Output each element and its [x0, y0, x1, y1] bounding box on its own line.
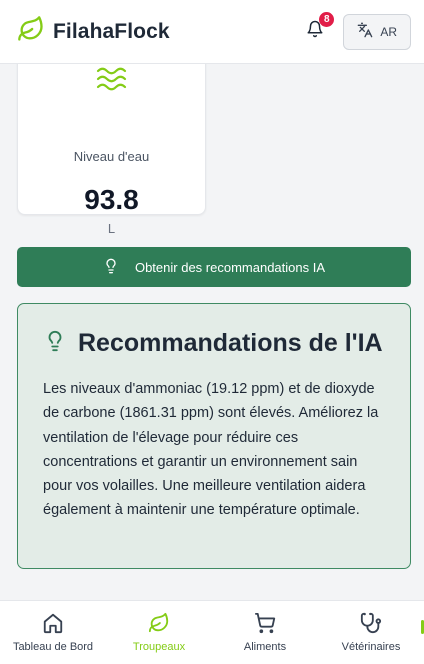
nav-item-dashboard[interactable]: Tableau de Bord: [0, 601, 106, 664]
recommendations-text: Les niveaux d'ammoniac (19.12 ppm) et de…: [43, 381, 379, 519]
nav-label: Troupeaux: [132, 641, 186, 653]
water-level-card: Niveau d'eau 93.8 L: [17, 40, 206, 236]
leaf-icon: [147, 611, 171, 635]
cart-icon: [253, 611, 277, 635]
translate-icon: [357, 22, 373, 41]
notifications-button[interactable]: 8: [303, 11, 335, 44]
lightbulb-icon: [44, 328, 66, 359]
stethoscope-icon: [359, 611, 383, 635]
brand[interactable]: FilahaFlock: [17, 15, 170, 48]
nav-label: Aliments: [243, 641, 287, 653]
waves-icon: [96, 64, 128, 99]
nav-label: Tableau de Bord: [12, 641, 94, 653]
metric-label: Niveau d'eau: [73, 149, 150, 164]
app-name: FilahaFlock: [53, 19, 170, 43]
ai-button-label: Obtenir des recommandations IA: [134, 259, 326, 275]
bottom-navigation: Tableau de Bord Troupeaux Aliments Vétér…: [0, 600, 424, 664]
nav-item-veterinarians[interactable]: Vétérinaires: [318, 601, 424, 664]
metric-unit: L: [107, 221, 116, 236]
notification-badge: 8: [319, 11, 335, 27]
lightbulb-icon: [103, 258, 119, 277]
recommendations-title: Recommandations de l'IA: [78, 329, 383, 357]
nav-label: Vétérinaires: [341, 641, 401, 653]
language-label: AR: [380, 24, 397, 39]
app-header: FilahaFlock 8 AR: [0, 0, 424, 64]
ai-recommendations-panel: Recommandations de l'IA Les niveaux d'am…: [17, 303, 411, 569]
metric-value: 93.8: [84, 184, 139, 215]
language-toggle-button[interactable]: AR: [343, 13, 411, 50]
get-ai-recommendations-button[interactable]: Obtenir des recommandations IA: [17, 247, 411, 287]
nav-item-flocks[interactable]: Troupeaux: [106, 601, 212, 664]
leaf-logo-icon: [17, 15, 45, 48]
home-icon: [41, 611, 65, 635]
nav-item-feed[interactable]: Aliments: [212, 601, 318, 664]
